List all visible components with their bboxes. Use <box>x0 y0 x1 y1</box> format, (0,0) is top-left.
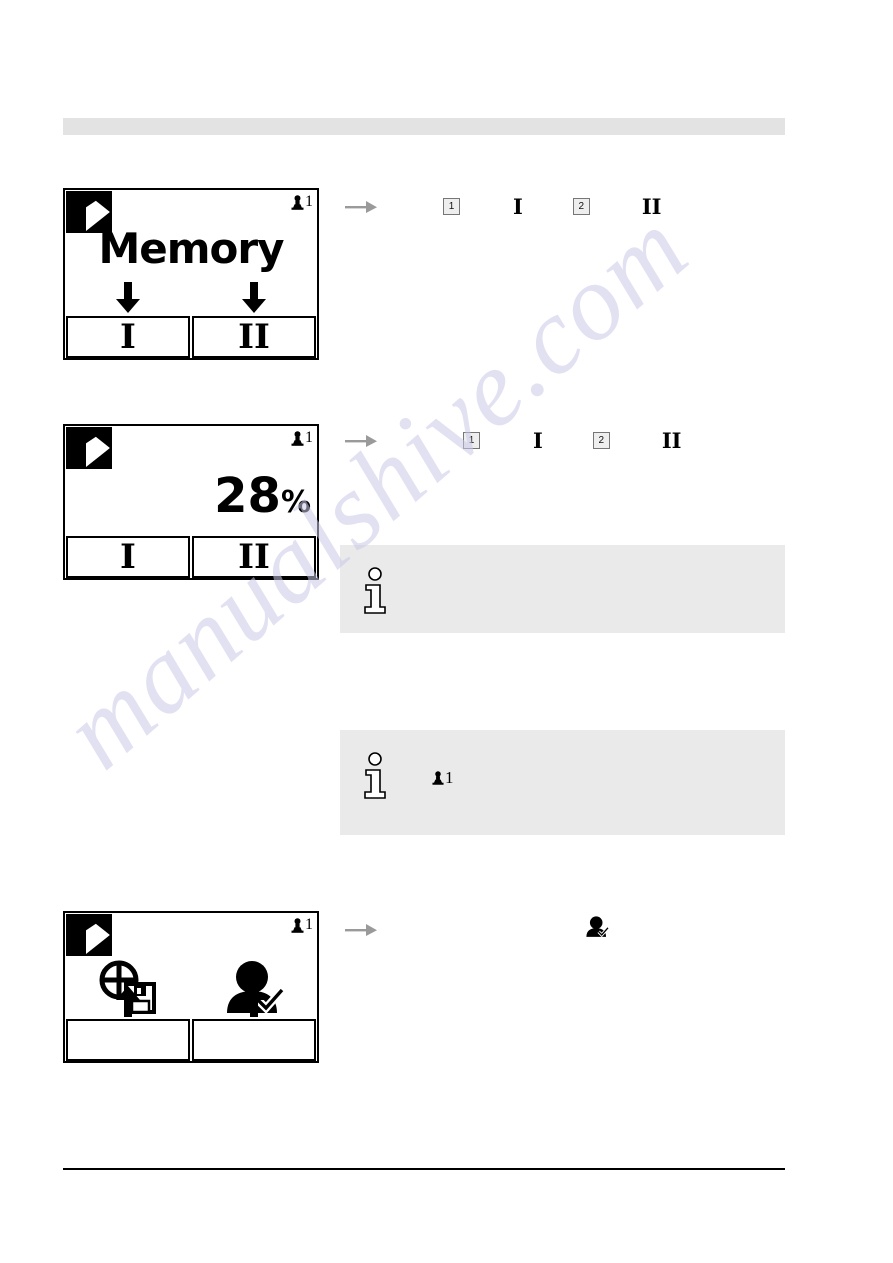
gray-right-arrow-icon <box>345 199 378 215</box>
lcd-value-unit: % <box>280 485 311 520</box>
user-pawn-icon <box>291 194 304 210</box>
softkey-left[interactable] <box>66 1019 190 1061</box>
gray-right-arrow-icon <box>345 922 378 938</box>
lcd-softkey-row: I II <box>65 536 317 578</box>
up-arrow-icon <box>65 983 191 1017</box>
status-user-indicator: 1 <box>291 193 313 211</box>
keybox-2[interactable]: 2 <box>572 198 590 215</box>
softkey-i[interactable]: I <box>66 536 190 578</box>
lcd-softkey-row <box>65 1019 317 1061</box>
lcd-softkey-row: I II <box>65 316 317 358</box>
softkey-ii[interactable]: II <box>192 316 316 358</box>
info-icon <box>362 752 394 800</box>
note-two-body: 1 <box>432 768 456 788</box>
roman-i-glyph: I <box>533 428 543 453</box>
lcd-arrow-row <box>65 983 317 1017</box>
step-percent: 1 I 2 II <box>345 430 681 451</box>
user-check-icon <box>585 916 610 943</box>
step-recall <box>345 916 610 943</box>
user-pawn-icon <box>432 771 444 785</box>
lcd-memory-screen: 1 Memory I II <box>63 188 319 360</box>
lcd-arrow-row <box>65 280 317 314</box>
roman-ii-glyph: II <box>641 194 662 219</box>
softkey-i[interactable]: I <box>66 316 190 358</box>
softkey-ii[interactable]: II <box>192 536 316 578</box>
status-user-value: 1 <box>305 193 313 210</box>
k-logo-icon <box>66 914 112 956</box>
roman-ii-glyph: II <box>661 428 682 453</box>
k-logo-icon <box>66 427 112 469</box>
status-user-indicator: 1 <box>291 916 313 934</box>
down-arrow-icon <box>191 280 317 314</box>
note-user-value: 1 <box>445 768 454 787</box>
gray-right-arrow-icon <box>345 433 378 449</box>
status-user-value: 1 <box>305 916 313 933</box>
status-user-value: 1 <box>305 429 313 446</box>
note-two: 1 <box>340 730 785 835</box>
lcd-title: Memory <box>98 224 285 273</box>
lcd-value-readout: 28% <box>65 472 311 520</box>
info-icon <box>362 567 394 615</box>
roman-i-glyph: I <box>513 194 523 219</box>
lcd-save-recall-screen: 1 <box>63 911 319 1063</box>
document-page: 1 Memory I II 1 I 2 II 1 28% I II 1 I 2 … <box>0 0 893 1263</box>
user-pawn-icon <box>291 430 304 446</box>
keybox-2[interactable]: 2 <box>592 432 610 449</box>
up-arrow-icon <box>191 983 317 1017</box>
keybox-1[interactable]: 1 <box>463 432 480 449</box>
softkey-right[interactable] <box>192 1019 316 1061</box>
note-one <box>340 545 785 633</box>
lcd-value-number: 28 <box>214 468 281 524</box>
step-memory: 1 I 2 II <box>345 196 661 217</box>
footer-rule <box>63 1168 785 1170</box>
header-band <box>63 118 785 135</box>
down-arrow-icon <box>65 280 191 314</box>
lcd-percent-screen: 1 28% I II <box>63 424 319 580</box>
keybox-1[interactable]: 1 <box>443 198 460 215</box>
note-user-symbol: 1 <box>432 768 454 788</box>
user-pawn-icon <box>291 917 304 933</box>
status-user-indicator: 1 <box>291 429 313 447</box>
